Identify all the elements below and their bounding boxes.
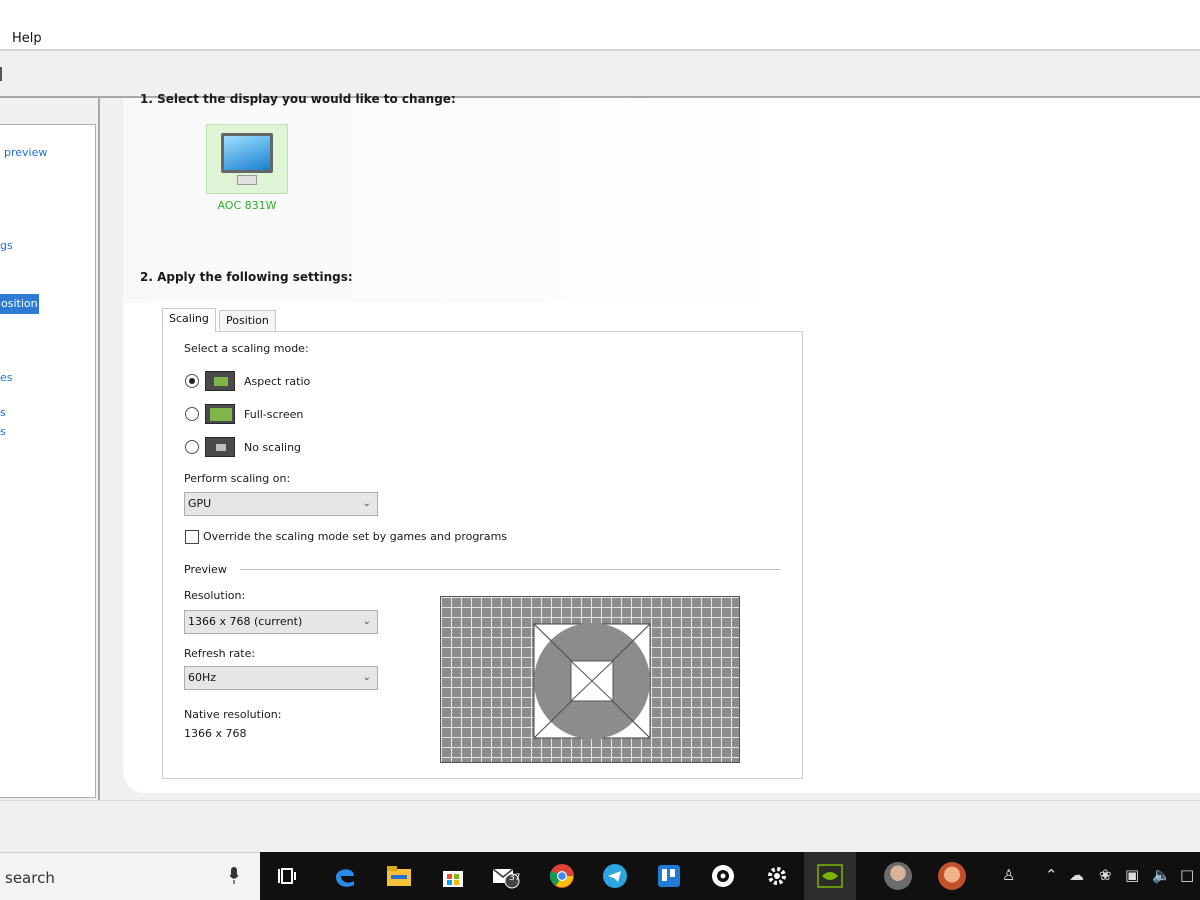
resolution-label: Resolution: — [184, 589, 246, 602]
task-tree: preview gs osition es s s — [0, 124, 96, 798]
chevron-down-icon: ⌄ — [362, 672, 371, 683]
display-tile[interactable] — [206, 124, 288, 194]
nav-item-settings[interactable]: gs — [0, 239, 13, 252]
display-name: AOC 831W — [217, 199, 277, 212]
store-icon[interactable] — [439, 862, 467, 890]
full-screen-label[interactable]: Full-screen — [244, 408, 303, 421]
nav-item-size-position[interactable]: osition — [0, 294, 39, 314]
full-screen-icon — [205, 404, 235, 424]
resolution-value: 1366 x 768 (current) — [188, 615, 303, 628]
people-icon[interactable]: ♙ — [1002, 866, 1015, 884]
microphone-icon[interactable] — [229, 867, 239, 885]
action-center-icon[interactable]: □ — [1180, 866, 1194, 884]
telegram-icon[interactable] — [601, 862, 629, 890]
settings-gear-icon[interactable] — [763, 862, 791, 890]
native-resolution-label: Native resolution: — [184, 708, 282, 721]
resolution-select[interactable]: 1366 x 768 (current) ⌄ — [184, 610, 378, 634]
aspect-ratio-icon — [205, 371, 235, 391]
native-resolution-value: 1366 x 768 — [184, 727, 247, 740]
edge-browser-icon[interactable] — [331, 862, 359, 890]
step1-heading: 1. Select the display you would like to … — [140, 92, 456, 106]
mail-badge: 37 — [509, 873, 521, 883]
trello-icon[interactable] — [655, 862, 683, 890]
scaling-mode-label: Select a scaling mode: — [184, 342, 309, 355]
contact-avatar-2[interactable] — [938, 862, 966, 890]
network-icon[interactable]: ▣ — [1125, 866, 1139, 884]
tab-scaling[interactable]: Scaling — [162, 308, 216, 332]
toolbar-back-icon[interactable] — [0, 67, 2, 81]
menu-help[interactable]: Help — [12, 31, 42, 46]
monitor-icon — [221, 133, 273, 173]
preview-divider — [240, 569, 780, 570]
mail-icon[interactable]: 37 — [492, 862, 520, 890]
perform-scaling-select[interactable]: GPU ⌄ — [184, 492, 378, 516]
monitor-stand — [237, 175, 257, 185]
nav-item-b[interactable]: s — [0, 425, 6, 438]
app-tile-icon[interactable] — [709, 862, 737, 890]
no-scaling-icon — [205, 437, 235, 457]
onedrive-cloud-icon[interactable]: ☁ — [1069, 866, 1084, 884]
search-placeholder: search — [5, 869, 55, 887]
radio-aspect-ratio[interactable] — [185, 374, 199, 388]
override-checkbox[interactable] — [185, 530, 199, 544]
file-explorer-icon[interactable] — [385, 862, 413, 890]
radio-no-scaling[interactable] — [185, 440, 199, 454]
perform-scaling-value: GPU — [188, 497, 212, 510]
nav-item-a[interactable]: s — [0, 406, 6, 419]
nav-item-preview[interactable]: preview — [4, 146, 47, 159]
refresh-rate-value: 60Hz — [188, 671, 217, 684]
chevron-down-icon: ⌄ — [362, 498, 371, 509]
perform-scaling-label: Perform scaling on: — [184, 472, 291, 485]
toolbar — [0, 51, 1200, 98]
refresh-rate-select[interactable]: 60Hz ⌄ — [184, 666, 378, 690]
nav-item-resources[interactable]: es — [0, 371, 13, 384]
volume-icon[interactable]: 🔈 — [1152, 866, 1171, 884]
step2-heading: 2. Apply the following settings: — [140, 270, 353, 284]
override-label[interactable]: Override the scaling mode set by games a… — [203, 530, 507, 543]
preview-section-label: Preview — [184, 563, 227, 576]
task-pane: preview gs osition es s s — [0, 98, 100, 800]
bottom-button-area — [0, 800, 1200, 852]
tab-position[interactable]: Position — [219, 310, 276, 332]
radio-full-screen[interactable] — [185, 407, 199, 421]
dropbox-icon[interactable]: ❀ — [1099, 866, 1112, 884]
scaling-preview-image — [440, 596, 740, 763]
contact-avatar-1[interactable] — [884, 862, 912, 890]
chrome-icon[interactable] — [548, 862, 576, 890]
aspect-ratio-label[interactable]: Aspect ratio — [244, 375, 310, 388]
no-scaling-label[interactable]: No scaling — [244, 441, 301, 454]
task-view-icon[interactable] — [274, 862, 302, 890]
taskbar-search[interactable]: search — [0, 852, 260, 900]
show-hidden-icons-chevron[interactable]: ⌃ — [1045, 866, 1058, 884]
chevron-down-icon: ⌄ — [362, 616, 371, 627]
refresh-rate-label: Refresh rate: — [184, 647, 256, 660]
menu-bar: Help — [0, 0, 1200, 51]
nvidia-control-panel-icon[interactable] — [816, 862, 844, 890]
